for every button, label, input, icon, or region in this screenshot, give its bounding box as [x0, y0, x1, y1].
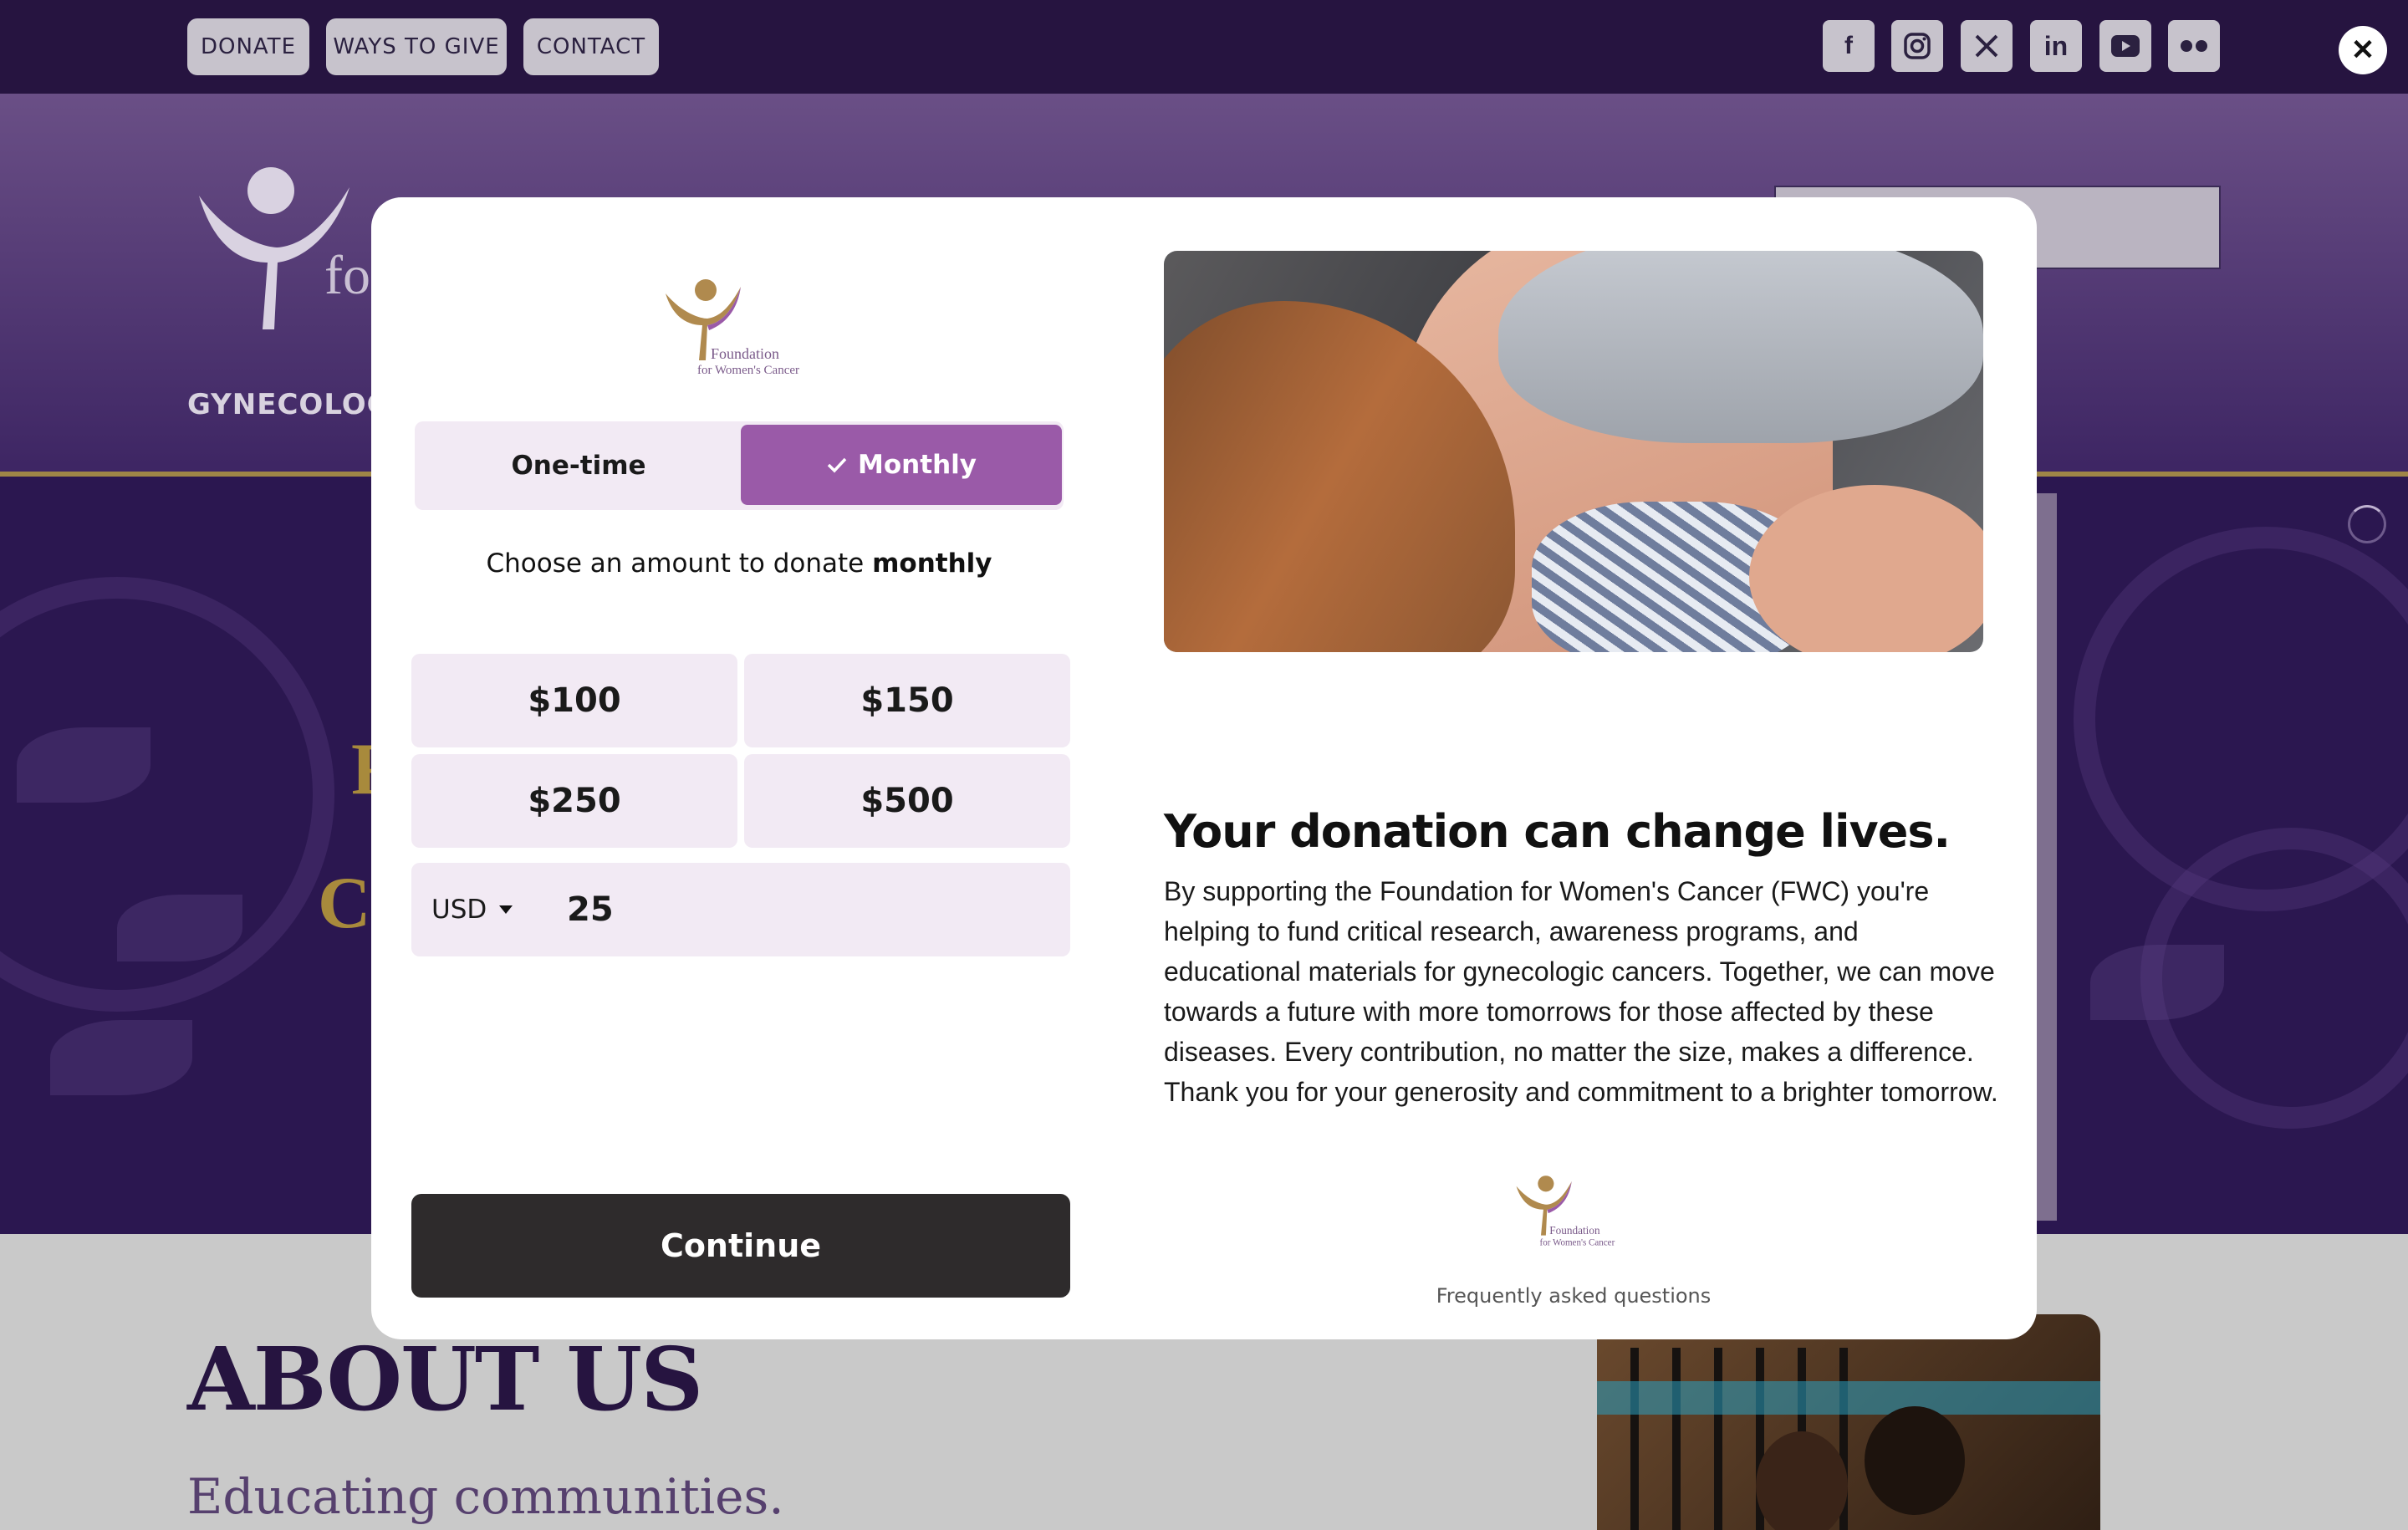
about-title: ABOUT US — [187, 1328, 703, 1431]
hero-scrollbar — [2037, 493, 2057, 1221]
linkedin-icon[interactable]: in — [2030, 20, 2082, 72]
logo-text-foundation-small: Foundation — [1549, 1224, 1600, 1237]
modal-headline: Your donation can change lives. — [1164, 805, 1951, 858]
loading-spinner-icon — [2348, 505, 2386, 543]
logo-wordmark: fo — [324, 245, 370, 306]
about-subtitle: Educating communities. — [187, 1468, 784, 1525]
donate-button[interactable]: DONATE — [187, 18, 309, 75]
ways-to-give-button[interactable]: WAYS TO GIVE — [326, 18, 507, 75]
choose-amount-prefix: Choose an amount to donate — [486, 548, 873, 579]
youtube-icon[interactable] — [2099, 20, 2151, 72]
custom-amount-input[interactable]: 25 — [567, 863, 614, 956]
logo-text-tagline-small: for Women's Cancer — [1540, 1237, 1615, 1247]
hero-heading-line2: C — [318, 863, 371, 944]
hero-photo — [1164, 251, 1983, 652]
continue-button[interactable]: Continue — [411, 1194, 1070, 1298]
decorative-leaf — [117, 895, 242, 961]
faq-link[interactable]: Frequently asked questions — [1164, 1284, 1983, 1308]
amount-option-100[interactable]: $100 — [411, 654, 737, 747]
about-photo — [1597, 1314, 2100, 1530]
one-time-option[interactable]: One-time — [415, 421, 742, 510]
foundation-logo-small-icon: Foundation for Women's Cancer — [1516, 1176, 1615, 1247]
instagram-icon[interactable] — [1891, 20, 1943, 72]
amount-option-500[interactable]: $500 — [744, 754, 1070, 848]
checkmark-icon — [827, 457, 847, 473]
x-icon[interactable] — [1961, 20, 2013, 72]
flickr-icon[interactable] — [2168, 20, 2220, 72]
logo-text-foundation: Foundation — [711, 345, 779, 362]
choose-amount-frequency: monthly — [872, 548, 992, 579]
donation-modal: Foundation for Women's Cancer One-time M… — [371, 197, 2037, 1339]
caret-down-icon — [499, 905, 513, 914]
frequency-toggle: One-time Monthly — [415, 421, 1064, 510]
monthly-option[interactable]: Monthly — [741, 425, 1062, 505]
modal-body-text: By supporting the Foundation for Women's… — [1164, 876, 1998, 1107]
logo-text-tagline: for Women's Cancer — [697, 364, 799, 377]
currency-select[interactable]: USD — [431, 863, 513, 956]
decorative-leaf — [50, 1020, 192, 1095]
custom-amount-field: USD 25 — [411, 863, 1070, 956]
decorative-leaf — [2090, 945, 2224, 1020]
decorative-leaf — [17, 727, 150, 803]
choose-amount-text: Choose an amount to donate monthly — [371, 548, 1107, 579]
monthly-label: Monthly — [858, 450, 977, 480]
contact-button[interactable]: CONTACT — [523, 18, 659, 75]
close-modal-button[interactable]: ✕ — [2339, 26, 2387, 74]
amount-option-150[interactable]: $150 — [744, 654, 1070, 747]
foundation-logo-icon: Foundation for Women's Cancer — [666, 279, 799, 377]
facebook-icon[interactable]: f — [1823, 20, 1875, 72]
nav-gynecologic[interactable]: GYNECOLOGI — [187, 388, 402, 421]
amount-option-250[interactable]: $250 — [411, 754, 737, 848]
currency-value: USD — [431, 895, 487, 925]
top-bar: DONATE WAYS TO GIVE CONTACT f in ✕ — [0, 0, 2408, 94]
